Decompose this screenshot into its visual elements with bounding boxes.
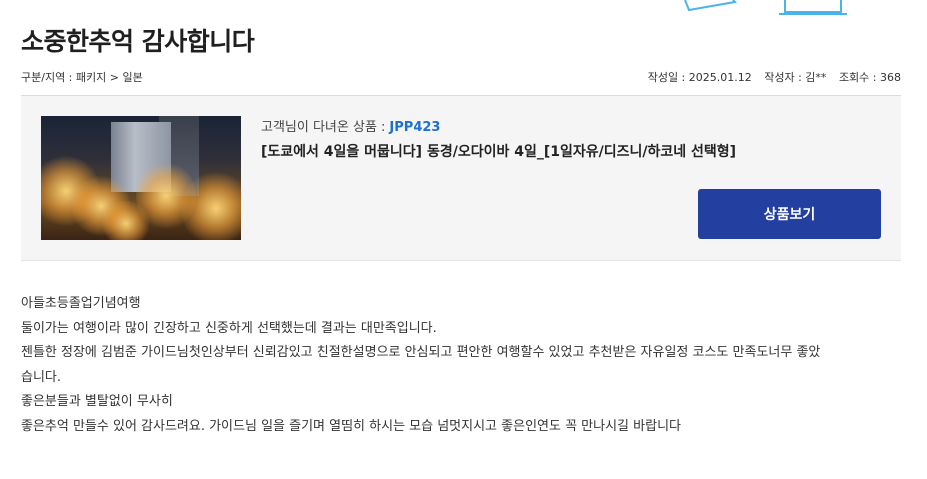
content-line: 좋은분들과 별탈없이 무사히 [21,394,173,409]
product-thumbnail[interactable] [41,116,241,240]
product-name[interactable]: [도쿄에서 4일을 머뭅니다] 동경/오다이바 4일_[1일자유/디즈니/하코네… [261,141,736,161]
review-meta: 구분/지역 : 패키지 > 일본 작성일 : 2025.01.12 작성자 : … [21,69,901,87]
breadcrumb: 구분/지역 : 패키지 > 일본 [21,71,143,84]
content-line: 좋은추억 만들수 있어 감사드려요. 가이드님 일을 즐기며 열띰히 하시는 모… [21,418,681,434]
content-line: 습니다. [21,369,62,385]
review-info: 작성일 : 2025.01.12 작성자 : 김** 조회수 : 368 [639,69,901,85]
view-count: 조회수 : 368 [838,71,901,84]
post-author: 작성자 : 김** [764,71,827,84]
post-date: 작성일 : 2025.01.12 [647,71,752,84]
product-code-line: 고객님이 다녀온 상품 : JPP423 [261,116,440,135]
product-card: 고객님이 다녀온 상품 : JPP423 [도쿄에서 4일을 머뭅니다] 동경/오… [21,95,901,261]
page-title: 소중한추억 감사합니다 [21,27,255,56]
review-content: 아들초등졸업기념여행 둘이가는 여행이라 많이 긴장하고 신중하게 선택했는데 … [21,292,901,439]
product-code-label: 고객님이 다녀온 상품 : [261,120,386,135]
content-line: 둘이가는 여행이라 많이 긴장하고 신중하게 선택했는데 결과는 대만족입니다. [21,320,437,336]
view-product-button[interactable]: 상품보기 [698,189,881,239]
content-line: 아들초등졸업기념여행 [21,296,141,311]
decorative-illustration [684,0,847,15]
content-line: 젠틀한 정장에 김범준 가이드님첫인상부터 신뢰감있고 친절한설명으로 안심되고… [21,345,821,360]
product-code[interactable]: JPP423 [389,120,440,135]
